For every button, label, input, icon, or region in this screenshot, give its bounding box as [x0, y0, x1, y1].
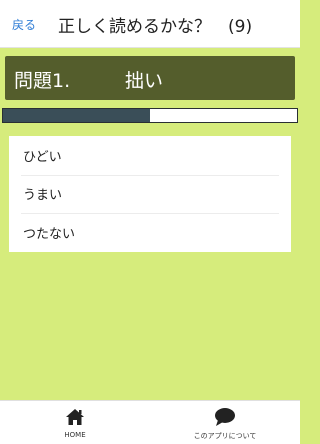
answer-choices: ひどい うまい つたない: [9, 136, 291, 252]
quiz-screen: 戻る 正しく読めるかな？ (9) 問題1. 拙い ひどい うまい つたない HO…: [0, 0, 300, 444]
answer-choice-1[interactable]: ひどい: [9, 136, 291, 175]
bottom-tabbar: HOME このアプリについて: [0, 400, 300, 444]
tab-about[interactable]: このアプリについて: [150, 401, 300, 444]
back-button[interactable]: 戻る: [12, 16, 36, 33]
chat-bubble-icon: [214, 407, 236, 427]
question-banner: 問題1. 拙い: [5, 56, 295, 100]
question-kanji: 拙い: [125, 70, 164, 92]
tab-about-label: このアプリについて: [193, 432, 257, 440]
tab-home-label: HOME: [64, 431, 86, 439]
progress-fill: [3, 109, 150, 122]
progress-bar: [2, 108, 298, 123]
top-navbar: 戻る 正しく読めるかな？ (9): [0, 0, 300, 48]
answer-choice-2[interactable]: うまい: [9, 174, 291, 214]
home-icon: [65, 407, 85, 427]
tab-home[interactable]: HOME: [0, 401, 150, 444]
answer-choice-3[interactable]: つたない: [9, 213, 291, 252]
question-number: 問題1.: [14, 70, 71, 92]
page-title: 正しく読めるかな？ (9): [58, 17, 253, 37]
